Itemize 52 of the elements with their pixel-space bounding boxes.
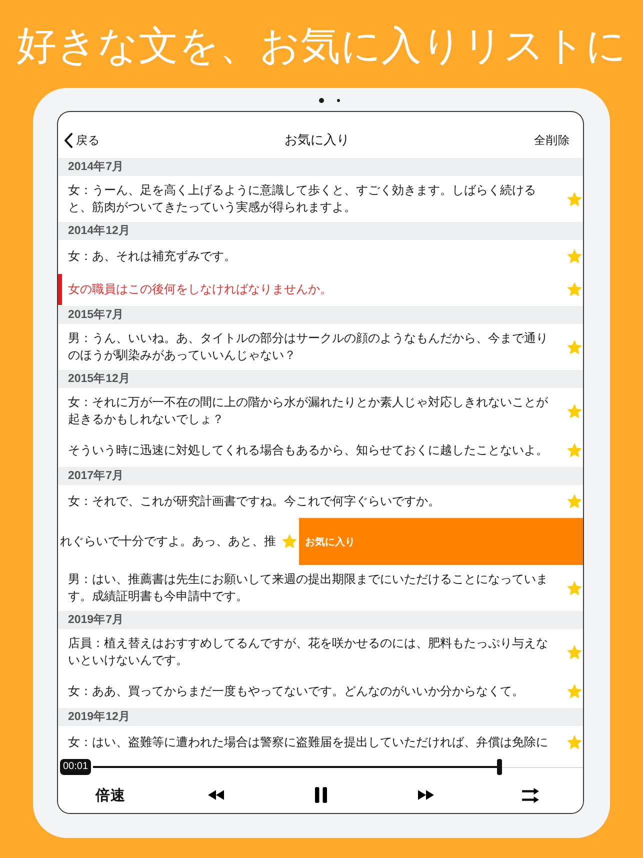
- star-icon[interactable]: [567, 282, 582, 297]
- stacked-arrows-icon: [522, 788, 539, 802]
- star-icon[interactable]: [567, 735, 582, 750]
- sentence-text: 女：うーん、足を高く上げるように意識して歩くと、すごく効きます。しばらく続けると、筋肉がついてきたっていう実感が得られますよ。: [67, 182, 537, 216]
- sensor-dot-icon: [337, 98, 340, 102]
- sentence-text: 店員：植え替えはおすすめしてるんですが、花を咲かせるのには、肥料もたっぷり与えないといけないんです。: [67, 635, 549, 669]
- sentence-text: 女：それで、これが研究計画書ですね。今これで何字ぐらいですか。: [67, 493, 441, 510]
- headline-text: 好きな文を、お気に入りリストに: [16, 23, 626, 70]
- playback-mode-button[interactable]: [522, 788, 539, 802]
- slider-thumb[interactable]: [497, 759, 502, 775]
- time-badge: 00:01: [60, 759, 92, 775]
- star-icon[interactable]: [567, 443, 582, 458]
- sentence-text: 女：ああ、買ってからまだ一度もやってないです。どんなのがいいか分からなくて。: [67, 683, 525, 700]
- sentence-text: 男：うん、いいね。あ、タイトルの部分はサークルの顔のようなもんだから、今まで通りのほうが馴染みがあっていいんじゃない？: [67, 330, 549, 364]
- section-header: 2017年7月: [58, 467, 583, 485]
- sentence-text: 男：はい、推薦書は先生にお願いして来週の提出期限までにいただけることになっています。成績証明書も今申請中です。: [67, 571, 549, 605]
- star-icon[interactable]: [567, 644, 582, 660]
- rewind-icon: [208, 790, 224, 800]
- section-header: 2015年7月: [58, 306, 583, 324]
- section-header: 2014年7月: [58, 158, 583, 176]
- delete-all-button[interactable]: 全削除: [534, 132, 570, 148]
- section-header: 2014年12月: [58, 222, 583, 240]
- fast-forward-icon: [418, 790, 434, 800]
- fast-forward-button[interactable]: [418, 790, 434, 800]
- speed-button[interactable]: 倍速: [96, 786, 126, 804]
- star-icon[interactable]: [567, 684, 582, 699]
- rewind-button[interactable]: [208, 790, 224, 800]
- section-header: 2019年7月: [58, 611, 583, 629]
- sentence-text: 女：はい、盗難等に遭われた場合は警察に盗難届を提出していただければ、弁償は免除に: [67, 734, 549, 751]
- star-icon[interactable]: [567, 249, 582, 264]
- sentence-row[interactable]: れぐらいで十分ですよ。あっ、あと、推 お気に入り: [58, 518, 583, 565]
- star-icon[interactable]: [567, 192, 582, 206]
- sentence-row[interactable]: 女の職員はこの後何をしなければなりませんか。: [58, 273, 583, 306]
- chevron-left-icon: [64, 132, 73, 148]
- star-icon[interactable]: [282, 534, 297, 549]
- pause-icon: [314, 787, 326, 803]
- playing-indicator: [58, 274, 62, 305]
- star-icon[interactable]: [567, 580, 582, 596]
- sentence-text: れぐらいで十分ですよ。あっ、あと、推: [59, 533, 277, 550]
- camera-dot-icon: [319, 98, 324, 102]
- section-header: 2019年12月: [58, 708, 583, 726]
- sentence-text: 女：それに万が一不在の間に上の階から水が漏れたりとか素人じゃ対応しきれないことが起きるかもしれないでしょ？: [67, 394, 549, 428]
- section-header: 2015年12月: [58, 370, 583, 388]
- star-icon[interactable]: [567, 494, 582, 509]
- back-button[interactable]: 戻る: [64, 132, 100, 148]
- star-icon[interactable]: [567, 340, 582, 354]
- pause-button[interactable]: [314, 787, 326, 803]
- sentence-text: 女：あ、それは補充ずみです。: [67, 248, 237, 265]
- screen-title: お気に入り: [284, 131, 350, 149]
- sentence-text: 女の職員はこの後何をしなければなりませんか。: [67, 281, 333, 298]
- star-icon[interactable]: [567, 404, 582, 418]
- sentence-text: そういう時に迅速に対処してくれる場合もあるから、知らせておくに越したことないよ。: [67, 442, 549, 459]
